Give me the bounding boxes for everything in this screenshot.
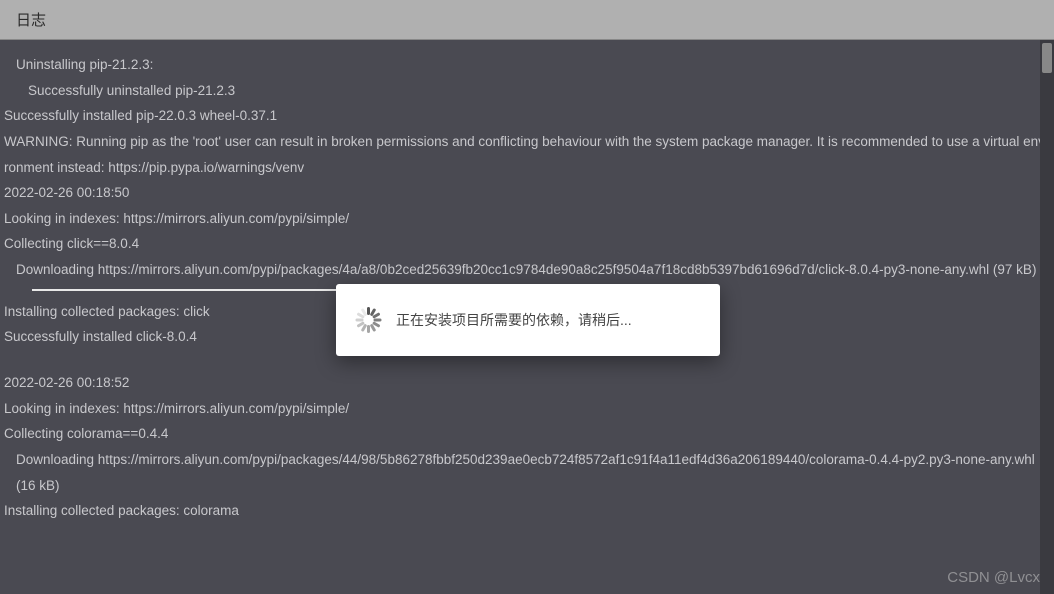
log-line: Collecting colorama==0.4.4 — [4, 421, 1050, 447]
log-line: Looking in indexes: https://mirrors.aliy… — [4, 396, 1050, 422]
log-panel-header: 日志 — [0, 0, 1054, 40]
log-line: Collecting click==8.0.4 — [4, 231, 1050, 257]
log-line: Downloading https://mirrors.aliyun.com/p… — [4, 447, 1050, 498]
log-line: 2022-02-26 00:18:50 — [4, 180, 1050, 206]
log-line: 2022-02-26 00:18:52 — [4, 370, 1050, 396]
log-line: Installing collected packages: colorama — [4, 498, 1050, 524]
log-line: Successfully installed pip-22.0.3 wheel-… — [4, 103, 1050, 129]
log-line: Looking in indexes: https://mirrors.aliy… — [4, 206, 1050, 232]
log-line: Uninstalling pip-21.2.3: — [4, 52, 1050, 78]
loading-spinner-icon — [354, 306, 382, 334]
download-progress-bar — [32, 289, 337, 291]
loading-modal: 正在安装项目所需要的依赖，请稍后... — [336, 284, 720, 356]
watermark-text: CSDN @Lvcx — [947, 569, 1040, 586]
log-line: WARNING: Running pip as the 'root' user … — [4, 129, 1050, 180]
scrollbar-track[interactable] — [1040, 40, 1054, 594]
loading-modal-message: 正在安装项目所需要的依赖，请稍后... — [396, 310, 632, 330]
log-line: Successfully uninstalled pip-21.2.3 — [4, 78, 1050, 104]
log-panel-title: 日志 — [16, 12, 46, 29]
scrollbar-thumb[interactable] — [1042, 43, 1052, 73]
log-line: Downloading https://mirrors.aliyun.com/p… — [4, 257, 1050, 283]
